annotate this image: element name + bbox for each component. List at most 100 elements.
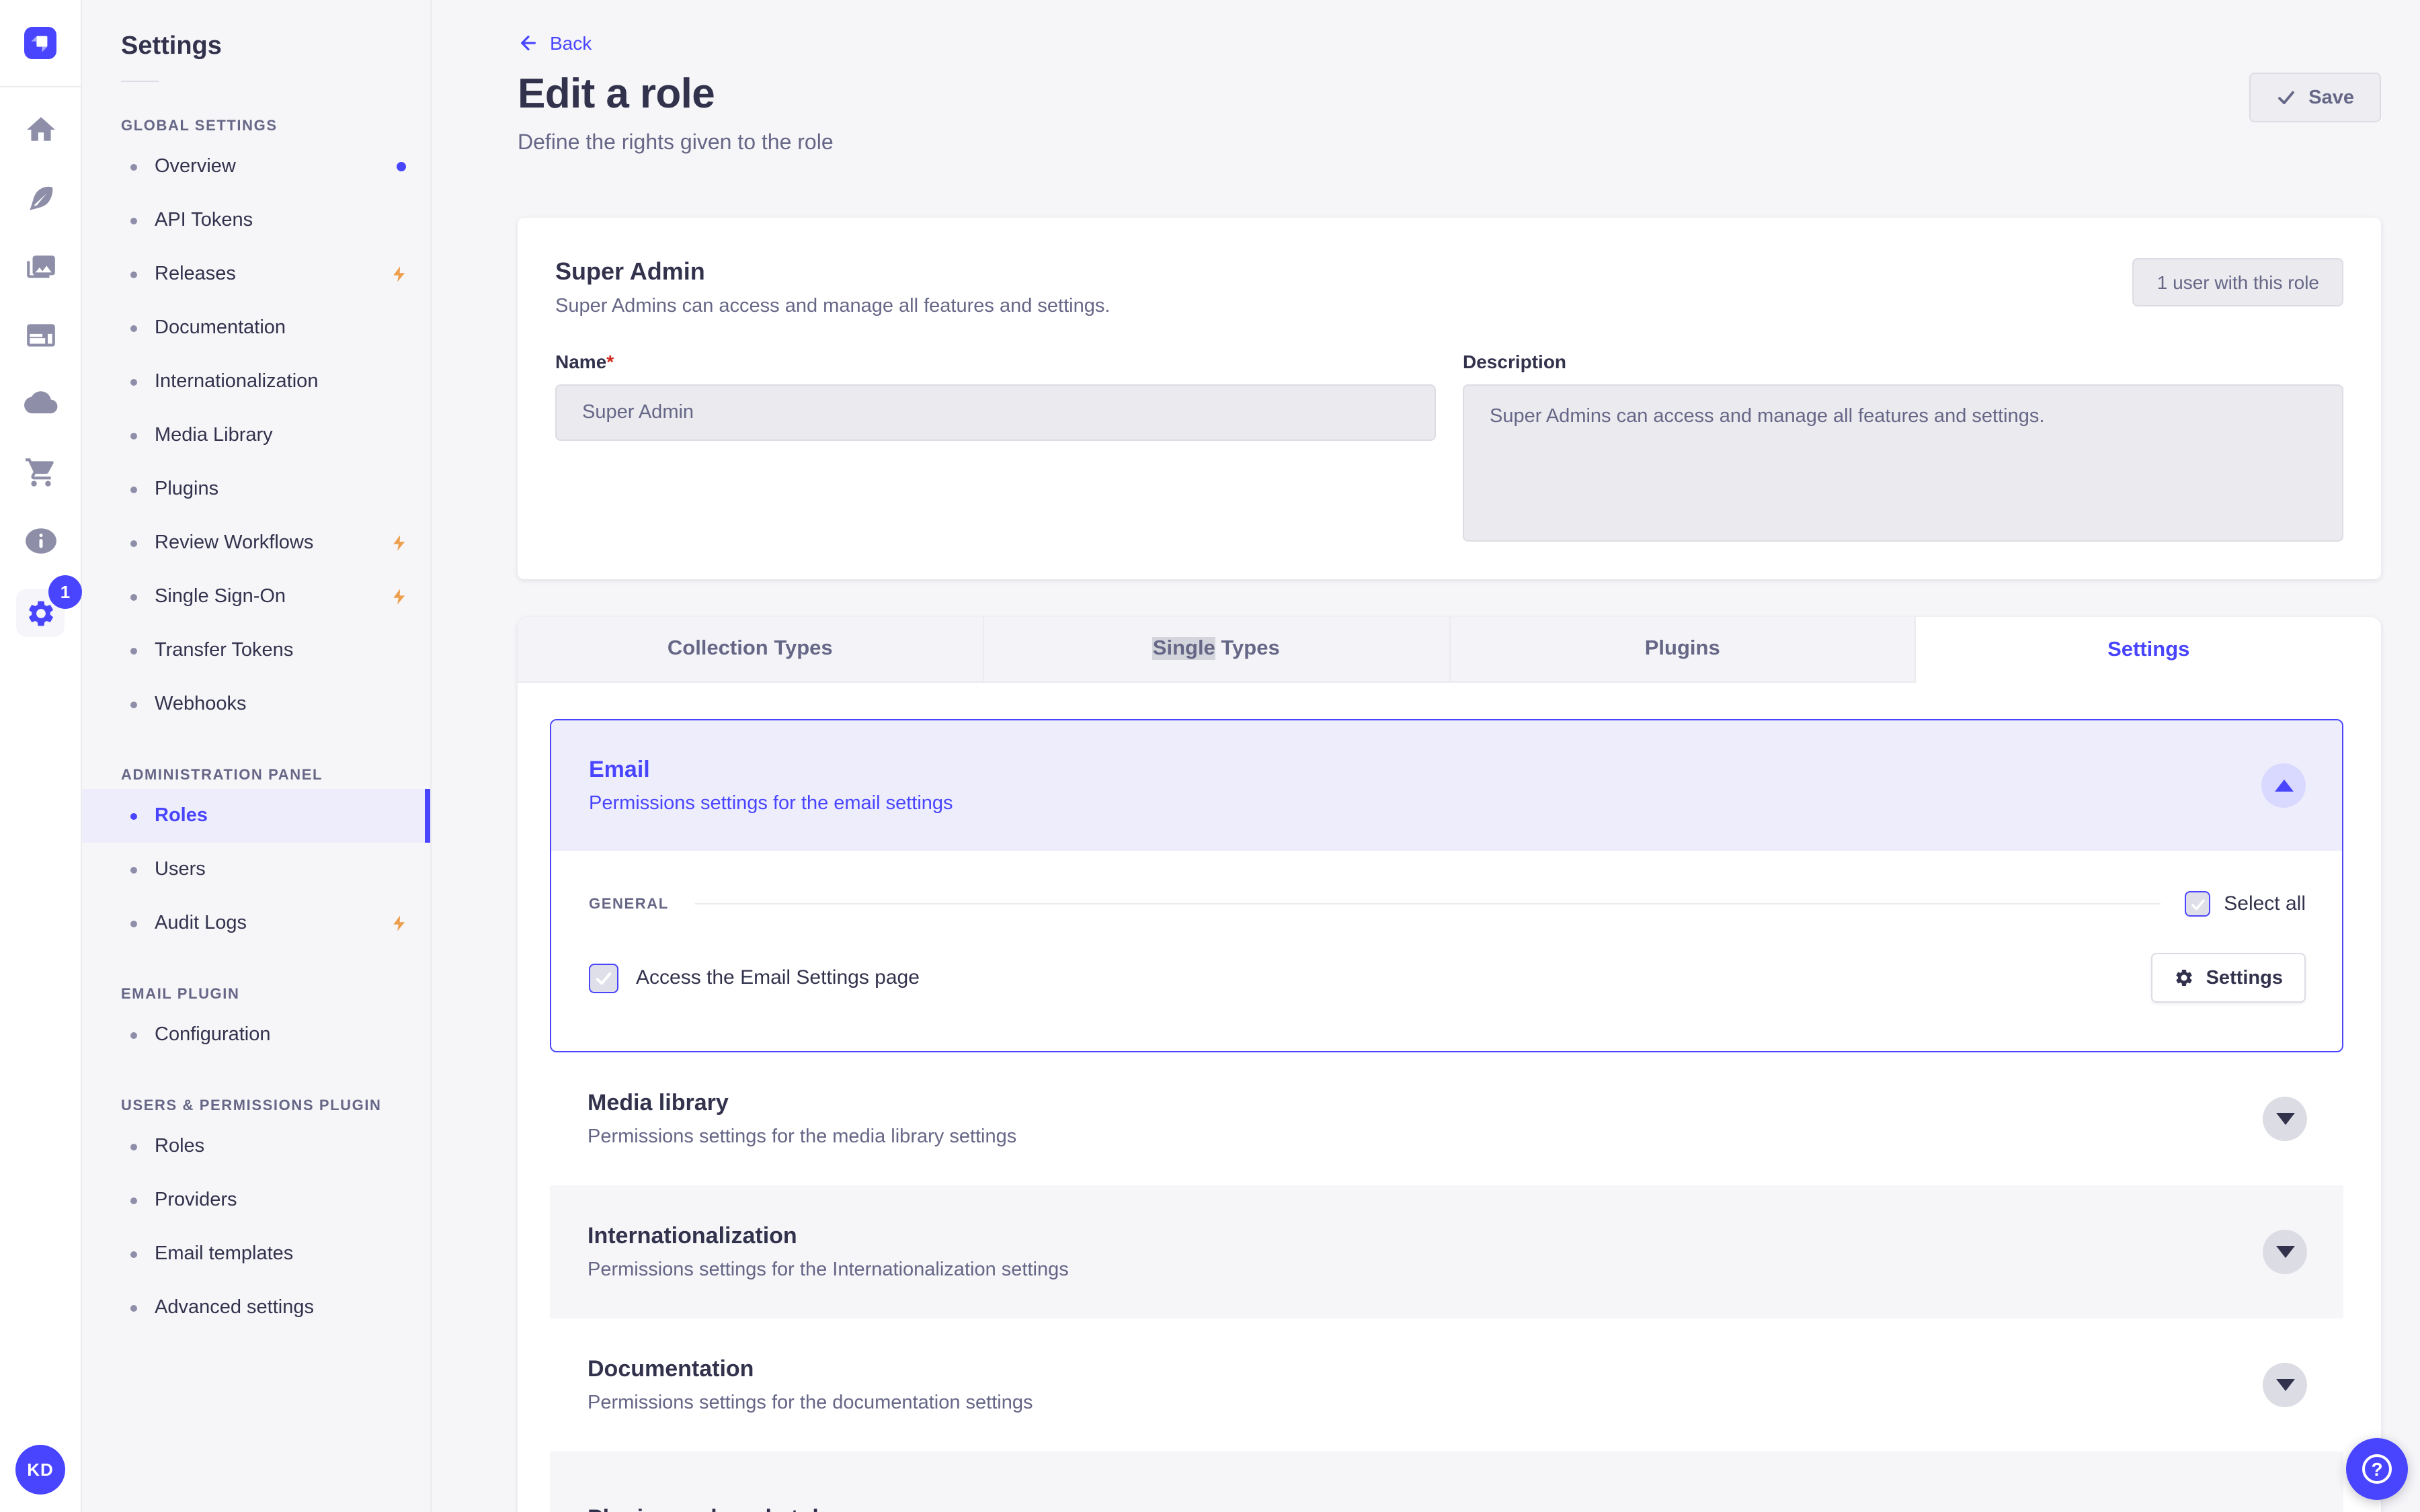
collapse-toggle-button[interactable]	[2261, 763, 2306, 808]
sidebar-item-transfer-tokens[interactable]: Transfer Tokens	[82, 624, 430, 677]
description-textarea[interactable]: Super Admins can access and manage all f…	[1463, 384, 2343, 542]
general-section-label: GENERAL	[589, 896, 669, 912]
bullet	[130, 1032, 137, 1038]
back-link[interactable]: Back	[518, 32, 592, 54]
bullet	[130, 866, 137, 873]
sidebar-item-roles-up[interactable]: Roles	[82, 1120, 430, 1173]
section-label-administration-panel: ADMINISTRATION PANEL	[121, 767, 323, 784]
info-icon[interactable]	[16, 520, 65, 560]
media-library-icon[interactable]	[16, 246, 65, 286]
sidenav-title-divider	[121, 81, 159, 82]
sidebar-item-plugins[interactable]: Plugins	[82, 462, 430, 516]
bullet	[130, 647, 137, 654]
required-asterisk: *	[606, 351, 614, 372]
accordion-email-body: GENERAL Select all Access the Email Sett…	[551, 851, 2342, 1051]
sidebar-item-releases[interactable]: Releases	[82, 247, 430, 301]
save-button[interactable]: Save	[2249, 73, 2381, 122]
settings-icon[interactable]: 1	[16, 575, 82, 637]
rail-divider	[0, 86, 81, 87]
cloud-icon[interactable]	[16, 383, 65, 423]
sidebar-item-providers[interactable]: Providers	[82, 1173, 430, 1227]
chevron-down-icon	[2275, 1379, 2294, 1391]
bullet	[130, 812, 137, 819]
user-avatar[interactable]: KD	[15, 1445, 65, 1495]
marketplace-cart-icon[interactable]	[16, 452, 65, 492]
expand-toggle-button[interactable]	[2263, 1363, 2307, 1407]
accordion-email: Email Permissions settings for the email…	[550, 719, 2343, 1052]
accordion-media-library[interactable]: Media library Permissions settings for t…	[550, 1052, 2343, 1185]
sidebar-item-api-tokens[interactable]: API Tokens	[82, 194, 430, 247]
chevron-down-icon	[2275, 1246, 2294, 1258]
page-title: Edit a role	[518, 70, 715, 117]
description-field-label: Description	[1463, 351, 1567, 372]
role-description-text: Super Admins can access and manage all f…	[555, 296, 1111, 317]
lightning-icon	[390, 534, 409, 552]
chevron-up-icon	[2274, 780, 2293, 792]
sidebar-item-webhooks[interactable]: Webhooks	[82, 677, 430, 731]
accordion-internationalization[interactable]: Internationalization Permissions setting…	[550, 1185, 2343, 1318]
select-all-control[interactable]: Select all	[2185, 891, 2306, 917]
permission-settings-button[interactable]: Settings	[2150, 953, 2306, 1003]
layout-icon[interactable]	[16, 314, 65, 355]
sidebar-item-documentation[interactable]: Documentation	[82, 301, 430, 355]
sidebar-item-single-sign-on[interactable]: Single Sign-On	[82, 570, 430, 624]
home-icon[interactable]	[16, 109, 65, 149]
bullet	[130, 163, 137, 170]
tab-collection-types[interactable]: Collection Types	[518, 617, 984, 683]
expand-toggle-button[interactable]	[2263, 1097, 2307, 1141]
name-input[interactable]: Super Admin	[555, 384, 1436, 441]
sidenav-title: Settings	[121, 32, 222, 60]
sidebar-item-advanced-settings[interactable]: Advanced settings	[82, 1281, 430, 1335]
bullet	[130, 920, 137, 927]
sidebar-item-review-workflows[interactable]: Review Workflows	[82, 516, 430, 570]
page-header: Edit a role Define the rights given to t…	[518, 70, 2381, 156]
strapi-logo[interactable]	[9, 0, 72, 86]
users-with-role-button[interactable]: 1 user with this role	[2132, 258, 2343, 306]
sidebar-item-email-templates[interactable]: Email templates	[82, 1227, 430, 1281]
content-feather-icon[interactable]	[16, 177, 65, 218]
help-button[interactable]	[2346, 1438, 2408, 1500]
sidebar-item-roles-admin[interactable]: Roles	[82, 789, 430, 843]
back-arrow-icon	[521, 36, 536, 50]
permission-action-label: Access the Email Settings page	[636, 966, 920, 989]
bullet	[130, 271, 137, 278]
accordion-email-subtitle: Permissions settings for the email setti…	[589, 793, 953, 814]
settings-sidenav: Settings GLOBAL SETTINGS Overview API To…	[82, 0, 432, 1512]
bullet	[130, 432, 137, 439]
sidebar-item-users[interactable]: Users	[82, 843, 430, 896]
check-icon	[2191, 898, 2204, 910]
check-icon	[596, 972, 612, 984]
permission-action[interactable]: Access the Email Settings page	[589, 963, 920, 993]
lightning-icon	[390, 265, 409, 284]
role-name-heading: Super Admin	[555, 258, 705, 285]
accordion-plugins-marketplace[interactable]: Plugins and marketplace	[550, 1452, 2343, 1512]
bullet	[130, 1197, 137, 1204]
sidebar-item-internationalization[interactable]: Internationalization	[82, 355, 430, 409]
rail-icon-list: 1	[16, 109, 82, 637]
tab-single-types[interactable]: Single Types	[983, 617, 1450, 683]
chevron-down-icon	[2275, 1113, 2294, 1125]
accordion-documentation[interactable]: Documentation Permissions settings for t…	[550, 1318, 2343, 1452]
accordion-email-header[interactable]: Email Permissions settings for the email…	[551, 720, 2342, 851]
strapi-logo-icon	[24, 27, 56, 59]
accordion-email-title: Email	[589, 757, 650, 782]
tab-plugins[interactable]: Plugins	[1450, 617, 1917, 683]
select-all-label: Select all	[2224, 892, 2306, 915]
bullet	[130, 1304, 137, 1311]
tab-settings[interactable]: Settings	[1916, 617, 2381, 683]
permission-checkbox[interactable]	[589, 963, 618, 993]
bullet	[130, 378, 137, 385]
settings-tab-body: Email Permissions settings for the email…	[518, 683, 2381, 1512]
bullet	[130, 486, 137, 493]
sidebar-item-configuration[interactable]: Configuration	[82, 1008, 430, 1062]
nav-rail: 1 KD	[0, 0, 82, 1512]
expand-toggle-button[interactable]	[2263, 1230, 2307, 1274]
tab-strip: Collection Types Single Types Plugins Se…	[518, 617, 2381, 683]
sidebar-item-overview[interactable]: Overview	[82, 140, 430, 194]
check-icon	[2278, 91, 2295, 104]
sidebar-item-media-library[interactable]: Media Library	[82, 409, 430, 462]
select-all-checkbox[interactable]	[2185, 891, 2211, 917]
sidebar-item-audit-logs[interactable]: Audit Logs	[82, 896, 430, 950]
notification-dot	[397, 162, 406, 171]
question-mark-icon	[2362, 1454, 2392, 1484]
